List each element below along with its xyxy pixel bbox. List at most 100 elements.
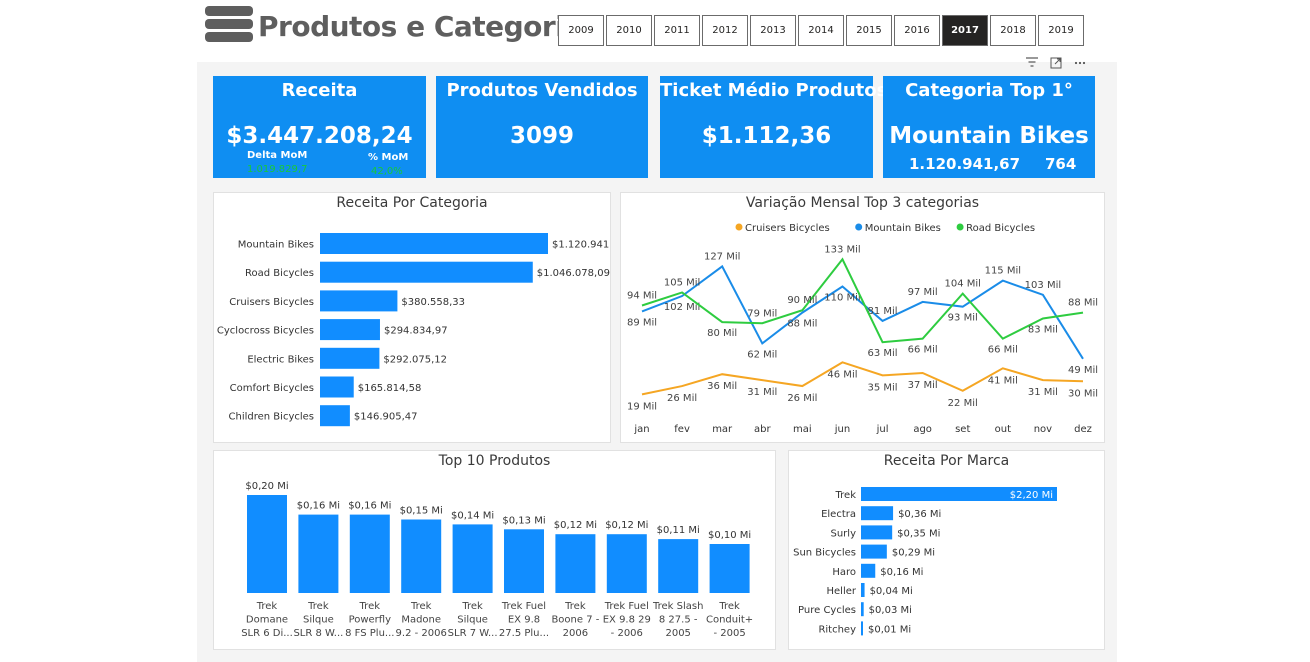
kpi-ticket-title: Ticket Médio Produtos [660, 80, 888, 101]
data-label: $0,16 Mi [297, 501, 340, 512]
category-label: Ritchey [818, 624, 856, 635]
category-label: Cruisers Bicycles [229, 297, 314, 308]
category-label: Silque [303, 615, 334, 626]
data-label: 93 Mil [948, 313, 978, 324]
year-button-2015[interactable]: 2015 [846, 15, 892, 46]
data-label: 63 Mil [867, 348, 897, 359]
bar [861, 525, 893, 540]
data-label: 133 Mil [824, 244, 860, 255]
data-label: $0,04 Mi [870, 586, 913, 597]
bar [401, 519, 442, 593]
bar [349, 514, 390, 593]
bar [320, 233, 548, 254]
bar [861, 583, 865, 597]
data-label: $1.120.941,67 [552, 240, 610, 251]
data-label: $0,36 Mi [898, 509, 941, 520]
data-label: 49 Mil [1068, 365, 1098, 376]
category-label: Trek [410, 601, 432, 612]
data-label: 35 Mil [867, 382, 897, 393]
category-label: Trek Fuel [501, 601, 546, 612]
kpi-receita-title: Receita [281, 80, 358, 101]
bar [861, 506, 894, 521]
x-tick-label: set [955, 424, 970, 435]
receita-marca-chart: Trek $2,20 Mi Electra $0,36 Mi Surly $0,35 Mi… [793, 487, 1057, 636]
category-label: Pure Cycles [798, 605, 856, 616]
category-label: Trek [256, 601, 278, 612]
x-tick-label: out [995, 424, 1011, 435]
bar [320, 290, 398, 312]
focus-mode-icon[interactable] [1050, 57, 1062, 72]
kpi-ticket-card: Ticket Médio Produtos $1.112,36 [660, 76, 888, 178]
legend-marker [956, 223, 964, 231]
bar [861, 544, 887, 559]
category-label: Haro [832, 567, 856, 578]
data-label: 81 Mil [867, 306, 897, 317]
year-button-2012[interactable]: 2012 [702, 15, 748, 46]
year-button-2014[interactable]: 2014 [798, 15, 844, 46]
data-label: 30 Mil [1068, 388, 1098, 399]
category-label: EX 9.8 29 [603, 615, 651, 626]
category-label: Domane [246, 615, 288, 626]
legend-label: Cruisers Bicycles [745, 223, 830, 234]
data-label: $0,14 Mi [451, 510, 494, 521]
data-label: $294.834,97 [384, 326, 448, 337]
data-label: 88 Mil [1068, 298, 1098, 309]
category-label: SLR 7 W... [448, 628, 498, 639]
x-tick-label: abr [754, 424, 771, 435]
bar [320, 405, 350, 427]
kpi-produtos-title: Produtos Vendidos [446, 80, 638, 101]
bar [606, 534, 647, 593]
more-options-icon[interactable] [1074, 57, 1086, 72]
year-button-2011[interactable]: 2011 [654, 15, 700, 46]
year-button-2018[interactable]: 2018 [990, 15, 1036, 46]
data-label: 97 Mil [908, 287, 938, 298]
data-label: 31 Mil [747, 387, 777, 398]
x-tick-label: mar [712, 424, 733, 435]
variacao-mensal-chart: Cruisers Bicycles Mountain Bikes Road Bicy… [627, 223, 1098, 435]
year-button-2017[interactable]: 2017 [942, 15, 988, 46]
year-button-2010[interactable]: 2010 [606, 15, 652, 46]
bar [504, 529, 544, 593]
year-button-2009[interactable]: 2009 [558, 15, 604, 46]
data-label: 110 Mil [824, 293, 860, 304]
kpi-ticket-value: $1.112,36 [701, 123, 832, 149]
data-label: 36 Mil [707, 381, 737, 392]
x-tick-label: jan [633, 424, 649, 435]
category-label: Surly [831, 528, 857, 539]
data-label: 41 Mil [988, 375, 1018, 386]
kpi-categoria-value: Mountain Bikes [889, 123, 1089, 149]
kpi-receita-card: Receita $3.447.208,24 Delta MoM 1.019.82… [213, 76, 426, 178]
year-button-2016[interactable]: 2016 [894, 15, 940, 46]
data-label: 127 Mil [704, 251, 740, 262]
variacao-mensal-panel: Variação Mensal Top 3 categorias Cruiser… [620, 192, 1105, 443]
category-label: Trek [359, 601, 381, 612]
data-label: 80 Mil [707, 328, 737, 339]
category-label: 2006 [563, 628, 588, 639]
x-tick-label: dez [1074, 424, 1092, 435]
category-label: Sun Bicycles [793, 548, 856, 559]
page-title: Produtos e Categorias [258, 10, 599, 43]
category-label: Road Bicycles [245, 268, 314, 279]
category-label: Electric Bikes [247, 354, 314, 365]
data-label: 46 Mil [827, 369, 857, 380]
legend-marker [855, 223, 863, 231]
data-label: $0,12 Mi [554, 520, 597, 531]
filter-icon[interactable] [1026, 57, 1038, 72]
category-label: Electra [821, 509, 856, 520]
year-button-2019[interactable]: 2019 [1038, 15, 1084, 46]
data-label: $0,03 Mi [869, 605, 912, 616]
kpi-categoria-title: Categoria Top 1° [905, 80, 1073, 101]
data-label: $380.558,33 [401, 297, 465, 308]
kpi-pct-label: % MoM [368, 152, 409, 163]
data-label: $0,11 Mi [657, 525, 700, 536]
legend-label: Mountain Bikes [865, 223, 941, 234]
year-button-2013[interactable]: 2013 [750, 15, 796, 46]
bar [247, 495, 287, 593]
category-label: SLR 8 W... [293, 628, 343, 639]
bar [298, 514, 339, 593]
data-label: 22 Mil [948, 398, 978, 409]
category-label: Mountain Bikes [238, 240, 314, 251]
category-label: Cyclocross Bicycles [217, 326, 314, 337]
bar [320, 347, 380, 369]
bar [555, 534, 596, 593]
